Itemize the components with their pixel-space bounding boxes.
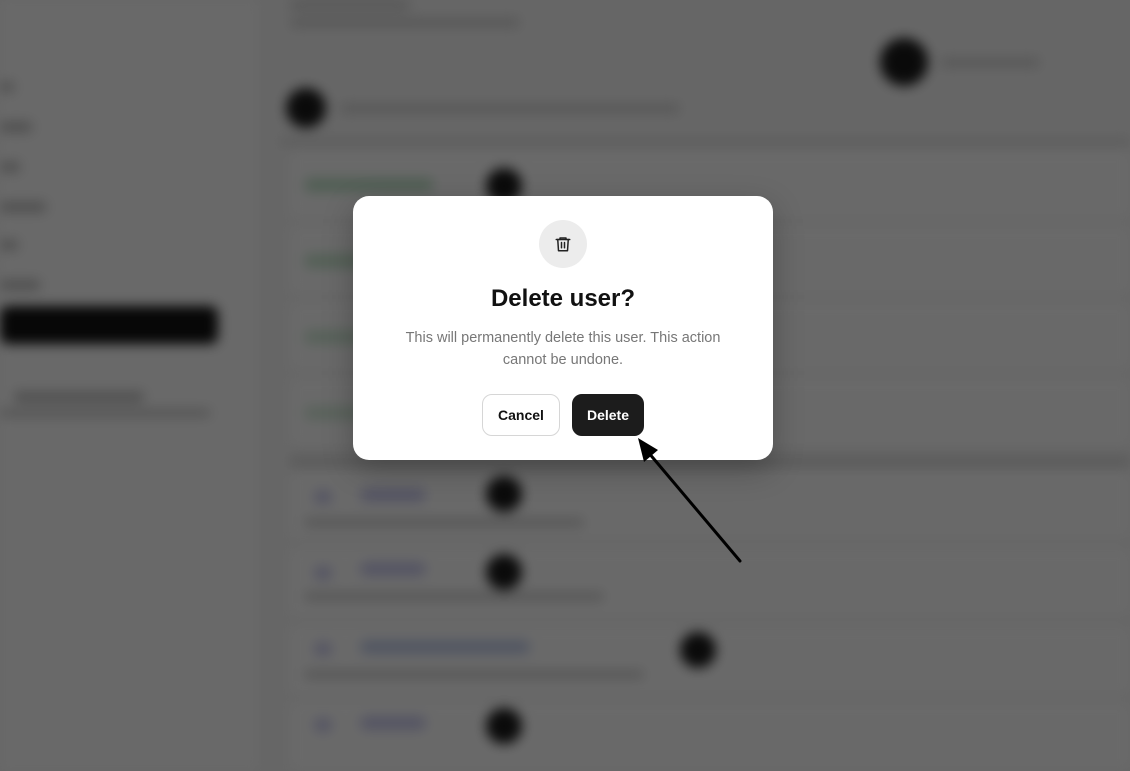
delete-user-dialog: Delete user? This will permanently delet… xyxy=(353,196,773,460)
dialog-message: This will permanently delete this user. … xyxy=(405,330,721,368)
delete-button[interactable]: Delete xyxy=(572,394,644,436)
dialog-title: Delete user? xyxy=(490,285,636,312)
cancel-button[interactable]: Cancel xyxy=(482,394,560,436)
page: Delete user? This will permanently delet… xyxy=(0,0,1130,771)
trash-icon-badge xyxy=(539,220,587,268)
trash-icon xyxy=(555,237,571,252)
